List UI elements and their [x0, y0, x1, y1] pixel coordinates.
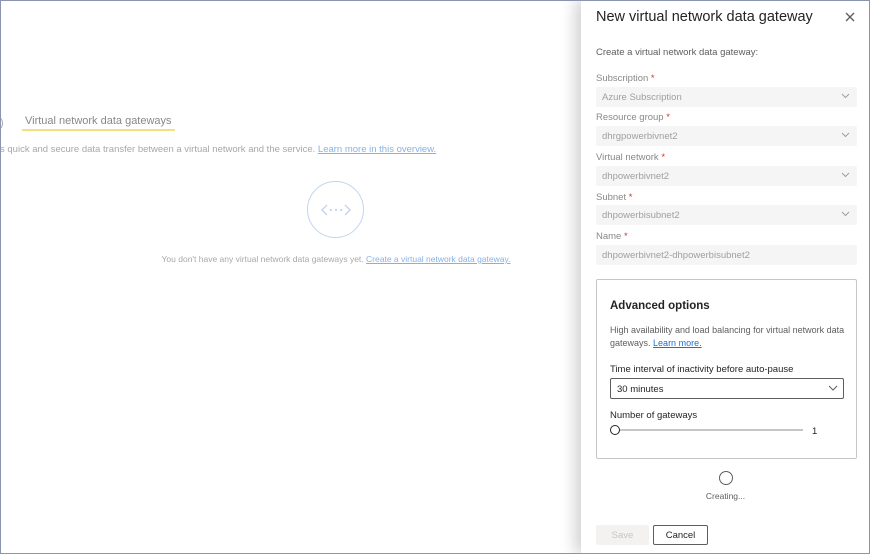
advanced-options-description: High availability and load balancing for…: [610, 324, 846, 350]
name-label-text: Name: [596, 231, 622, 242]
virtual-network-select[interactable]: dhpowerbivnet2: [596, 166, 857, 186]
panel-intro: Create a virtual network data gateway:: [596, 47, 759, 58]
required-marker: *: [666, 112, 670, 123]
subnet-value: dhpowerbisubnet2: [602, 210, 680, 221]
chevron-down-icon: [841, 211, 850, 217]
cancel-button[interactable]: Cancel: [653, 525, 708, 545]
learn-more-link[interactable]: Learn more.: [653, 338, 702, 348]
name-value: dhpowerbivnet2-dhpowerbisubnet2: [602, 250, 750, 261]
gateways-slider-track[interactable]: [615, 429, 803, 431]
resource-group-select[interactable]: dhrgpowerbivnet2: [596, 126, 857, 146]
chevron-down-icon: [841, 132, 850, 138]
learn-more-overview-link[interactable]: Learn more in this overview.: [318, 144, 436, 155]
subscription-label: Subscription *: [596, 73, 655, 84]
advanced-description-text: High availability and load balancing for…: [610, 325, 845, 348]
subnet-select[interactable]: dhpowerbisubnet2: [596, 205, 857, 225]
new-gateway-panel: New virtual network data gateway Create …: [581, 0, 870, 554]
resource-group-label: Resource group *: [596, 112, 670, 123]
chevron-down-icon: [841, 93, 850, 99]
subnet-label-text: Subnet: [596, 192, 627, 203]
required-marker: *: [628, 192, 633, 203]
interval-dropdown[interactable]: 30 minutes: [610, 378, 844, 399]
create-gateway-link[interactable]: Create a virtual network data gateway.: [366, 254, 510, 264]
resource-group-label-text: Resource group: [596, 112, 664, 123]
tab-previous[interactable]: ): [0, 117, 4, 129]
description-text: s quick and secure data transfer between…: [0, 144, 316, 155]
name-input[interactable]: dhpowerbivnet2-dhpowerbisubnet2: [596, 245, 857, 265]
subscription-label-text: Subscription: [596, 73, 649, 84]
subnet-label: Subnet *: [596, 192, 632, 203]
gateway-empty-illustration: [307, 181, 364, 238]
virtual-network-label: Virtual network *: [596, 152, 665, 163]
chevron-down-icon: [841, 172, 850, 178]
gateways-label: Number of gateways: [610, 410, 698, 421]
close-button[interactable]: [843, 10, 857, 24]
subscription-select[interactable]: Azure Subscription: [596, 87, 857, 107]
required-marker: *: [661, 152, 666, 163]
empty-state-text: You don't have any virtual network data …: [161, 254, 364, 264]
resource-group-value: dhrgpowerbivnet2: [602, 131, 678, 142]
page-description: s quick and secure data transfer between…: [0, 144, 436, 155]
virtual-network-value: dhpowerbivnet2: [602, 171, 670, 182]
name-label: Name *: [596, 231, 628, 242]
tab-virtual-network-data-gateways[interactable]: Virtual network data gateways: [22, 110, 175, 131]
background-page: ) Virtual network data gateways s quick …: [0, 0, 581, 554]
interval-value: 30 minutes: [617, 384, 664, 395]
subscription-value: Azure Subscription: [602, 92, 682, 103]
interval-label: Time interval of inactivity before auto-…: [610, 364, 794, 375]
close-icon: [845, 12, 855, 22]
gateways-value: 1: [812, 426, 818, 437]
loading-spinner-icon: [719, 471, 733, 485]
empty-state: You don't have any virtual network data …: [0, 254, 672, 264]
required-marker: *: [623, 231, 628, 242]
virtual-network-label-text: Virtual network: [596, 152, 659, 163]
creating-status: Creating...: [705, 491, 746, 501]
advanced-options-title: Advanced options: [610, 300, 710, 312]
chevron-down-icon: [828, 385, 838, 391]
save-button[interactable]: Save: [596, 525, 649, 545]
advanced-options-box: Advanced options High availability and l…: [596, 279, 857, 459]
required-marker: *: [650, 73, 655, 84]
network-arrows-icon: [320, 204, 351, 215]
panel-title: New virtual network data gateway: [596, 9, 813, 25]
gateways-slider-thumb[interactable]: [610, 425, 620, 435]
